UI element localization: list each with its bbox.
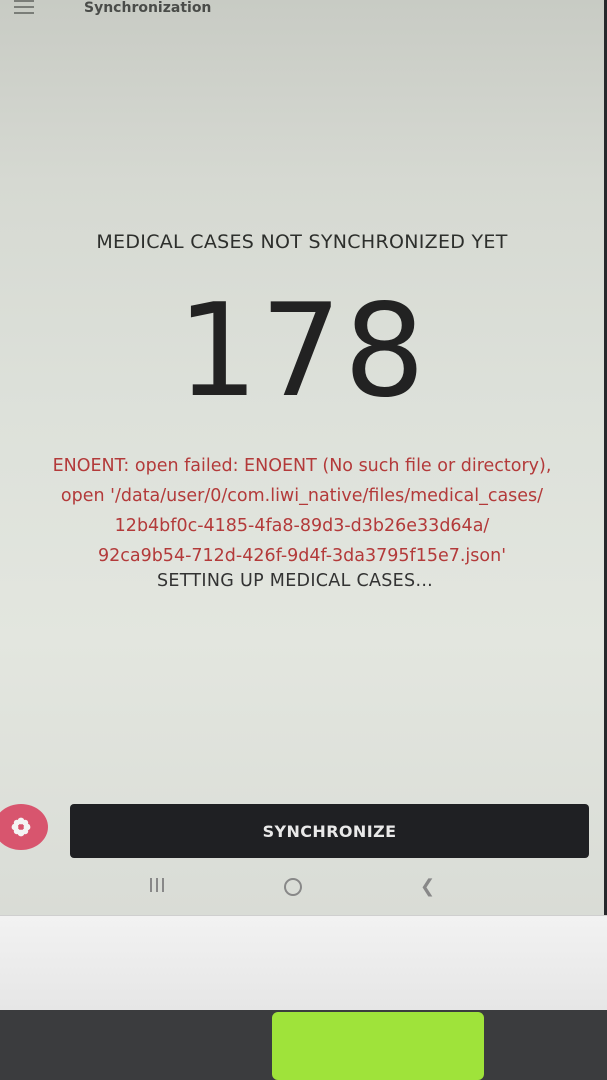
not-synced-label: MEDICAL CASES NOT SYNCHRONIZED YET bbox=[96, 231, 508, 253]
device-bezel bbox=[0, 915, 607, 1011]
home-icon[interactable] bbox=[284, 878, 302, 896]
hamburger-menu-icon[interactable] bbox=[14, 0, 34, 14]
flower-icon bbox=[11, 817, 31, 837]
back-icon[interactable]: ❮ bbox=[420, 876, 435, 897]
recents-icon[interactable] bbox=[150, 878, 164, 892]
error-line: ENOENT: open failed: ENOENT (No such fil… bbox=[52, 456, 552, 476]
unsynced-count: 178 bbox=[176, 277, 428, 426]
error-message: ENOENT: open failed: ENOENT (No such fil… bbox=[0, 451, 604, 571]
error-line: open '/data/user/0/com.liwi_native/files… bbox=[60, 486, 544, 506]
device-screen: Synchronization MEDICAL CASES NOT SYNCHR… bbox=[0, 0, 604, 915]
background-object bbox=[272, 1012, 484, 1080]
app-bar: Synchronization bbox=[0, 0, 604, 22]
error-line: 92ca9b54-712d-426f-9d4f-3da3795f15e7.jso… bbox=[97, 546, 507, 566]
status-message: SETTING UP MEDICAL CASES... bbox=[156, 571, 434, 591]
fab-button[interactable] bbox=[0, 804, 48, 850]
error-line: 12b4bf0c-4185-4fa8-89d3-d3b26e33d64a/ bbox=[114, 516, 490, 536]
page-title: Synchronization bbox=[84, 0, 212, 16]
synchronize-button[interactable]: SYNCHRONIZE bbox=[70, 804, 589, 858]
system-navbar: ❮ bbox=[0, 862, 604, 912]
